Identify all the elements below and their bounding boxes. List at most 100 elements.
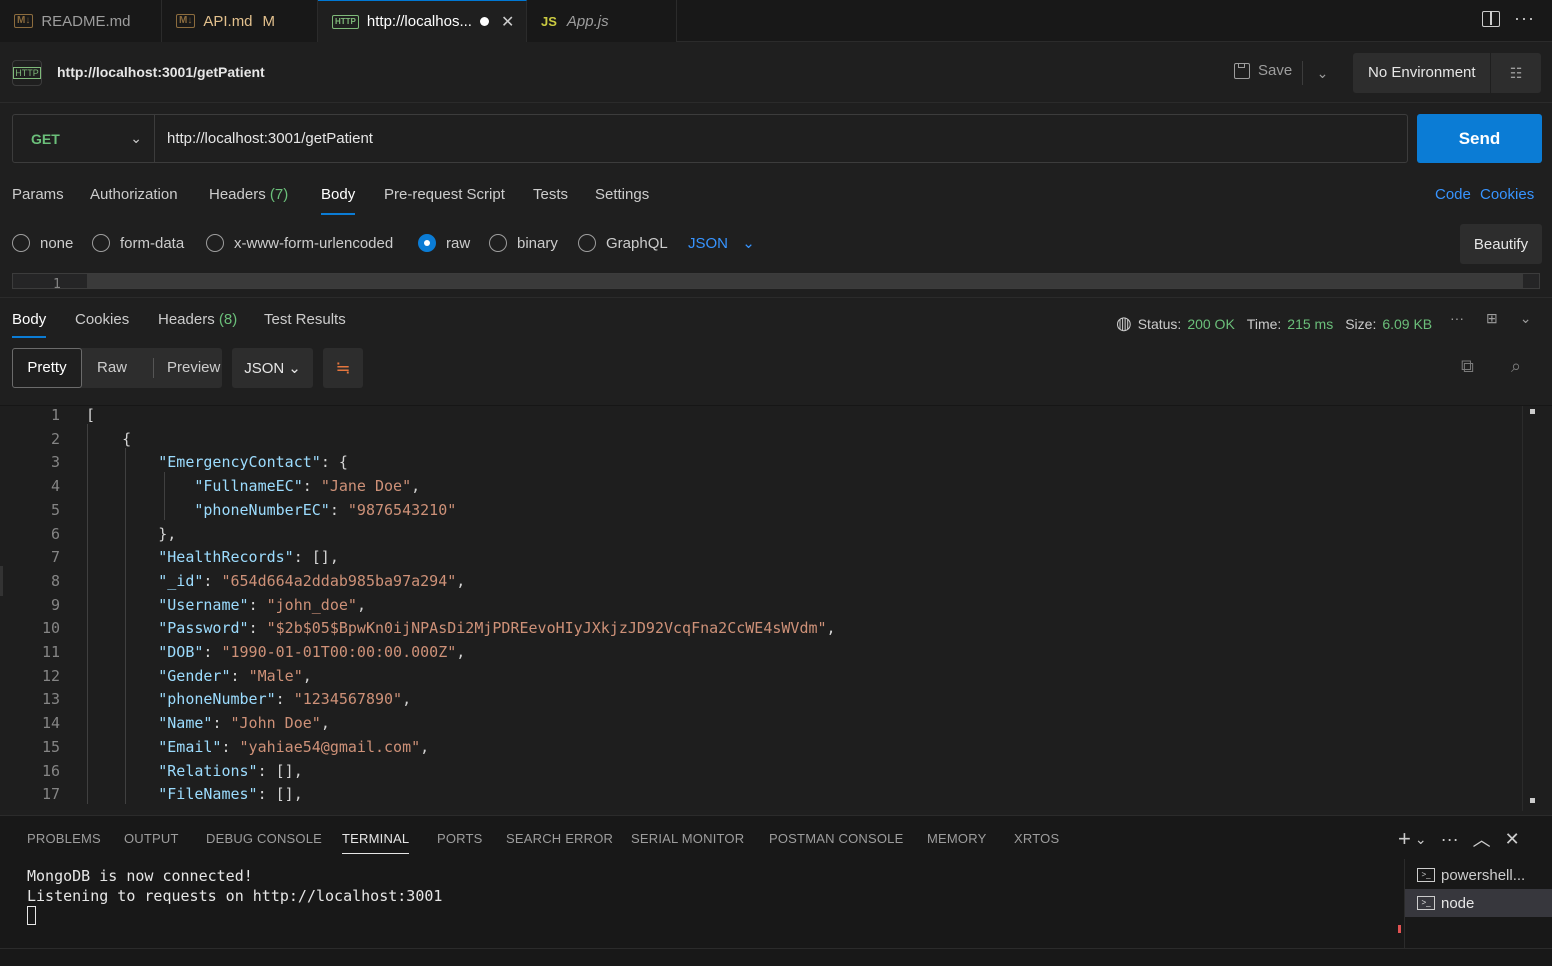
response-tab-body[interactable]: Body — [12, 311, 47, 338]
response-body-viewer[interactable]: 1[2 {3 "EmergencyContact": {4 "FullnameE… — [0, 403, 1552, 811]
request-body-editor[interactable]: 1 — [12, 273, 1540, 289]
tab-api[interactable]: M↓ API.md M — [162, 0, 318, 42]
radio-icon — [206, 234, 224, 252]
line-number: 6 — [50, 524, 60, 543]
url-input[interactable]: http://localhost:3001/getPatient — [167, 115, 373, 162]
code-line: 2 { — [0, 427, 1520, 451]
new-terminal-icon[interactable]: + — [1398, 826, 1411, 852]
line-number: 7 — [50, 548, 60, 567]
line-number: 1 — [50, 406, 60, 424]
panel-tab-postman-console[interactable]: POSTMAN CONSOLE — [769, 831, 903, 846]
tab-app-js[interactable]: JS App.js — [527, 0, 677, 42]
code-link[interactable]: Code — [1435, 186, 1471, 203]
body-type-urlencoded[interactable]: x-www-form-urlencoded — [206, 234, 393, 252]
radio-icon — [489, 234, 507, 252]
globe-icon[interactable]: ◍ — [1116, 313, 1132, 334]
maximize-panel-icon[interactable]: ︿ — [1473, 826, 1491, 852]
method-select[interactable]: GET ⌄ — [13, 115, 155, 162]
body-type-none[interactable]: none — [12, 234, 73, 252]
code-line: 8 "_id": "654d664a2ddab985ba97a294", — [0, 569, 1520, 593]
panel-tab-memory[interactable]: MEMORY — [927, 831, 986, 846]
tab-http-request[interactable]: HTTP http://localhos... ✕ — [318, 0, 527, 42]
panel-tab-debug-console[interactable]: DEBUG CONSOLE — [206, 831, 322, 846]
radio-icon — [92, 234, 110, 252]
editor-tab-bar: M↓ README.md M↓ API.md M HTTP http://loc… — [0, 0, 1552, 42]
terminal-output[interactable]: MongoDB is now connected! Listening to r… — [27, 866, 442, 906]
body-type-form-data[interactable]: form-data — [92, 234, 184, 252]
close-icon[interactable]: ✕ — [501, 12, 514, 32]
panel-tab-terminal[interactable]: TERMINAL — [342, 831, 410, 854]
panel-tab-xrtos[interactable]: XRTOS — [1014, 831, 1059, 846]
response-format-select[interactable]: JSON ⌄ — [232, 348, 313, 388]
body-type-binary[interactable]: binary — [489, 234, 558, 252]
chevron-down-icon: ⌄ — [742, 235, 755, 252]
status-bar — [0, 948, 1552, 966]
code-text: "FileNames": [], — [158, 785, 303, 804]
tab-headers[interactable]: Headers (7) — [209, 186, 288, 203]
response-tab-headers[interactable]: Headers (8) — [158, 311, 237, 328]
word-wrap-icon[interactable]: ≒ — [323, 348, 363, 388]
request-title[interactable]: http://localhost:3001/getPatient — [57, 64, 265, 80]
http-icon: HTTP — [12, 60, 42, 86]
chevron-down-icon[interactable]: ⌄ — [1415, 831, 1427, 848]
line-number: 16 — [41, 761, 60, 780]
layout-icon[interactable]: ⊞ — [1486, 310, 1498, 327]
code-line: 4 "FullnameEC": "Jane Doe", — [0, 474, 1520, 498]
status-label: Status: — [1137, 315, 1182, 332]
code-text: "Relations": [], — [158, 761, 303, 780]
more-actions-icon[interactable]: ··· — [1441, 829, 1459, 850]
close-panel-icon[interactable]: ✕ — [1505, 829, 1520, 850]
body-type-graphql[interactable]: GraphQL — [578, 234, 668, 252]
code-line: 13 "phoneNumber": "1234567890", — [0, 687, 1520, 711]
editor-scrollbar[interactable] — [87, 274, 1523, 288]
environment-quick-look-icon[interactable]: ☷ — [1491, 65, 1541, 82]
tab-readme[interactable]: M↓ README.md — [0, 0, 162, 42]
more-actions-icon[interactable]: ··· — [1514, 8, 1535, 29]
view-raw-button[interactable]: Raw — [97, 348, 127, 388]
tab-label: README.md — [41, 12, 131, 30]
panel-tab-search-error[interactable]: SEARCH ERROR — [506, 831, 613, 846]
save-button[interactable]: Save — [1234, 62, 1292, 79]
send-button[interactable]: Send — [1417, 114, 1542, 163]
copy-icon[interactable]: ⧉ — [1461, 356, 1474, 377]
code-line: 12 "Gender": "Male", — [0, 664, 1520, 688]
response-tab-cookies[interactable]: Cookies — [75, 311, 129, 328]
search-icon[interactable]: ⌕ — [1511, 356, 1521, 377]
terminal-item-node[interactable]: >_ node — [1405, 889, 1552, 917]
view-preview-button[interactable]: Preview — [167, 348, 220, 388]
beautify-button[interactable]: Beautify — [1460, 224, 1542, 264]
code-line: 9 "Username": "john_doe", — [0, 593, 1520, 617]
line-number: 4 — [50, 477, 60, 496]
panel-tab-ports[interactable]: PORTS — [437, 831, 483, 846]
cookies-link[interactable]: Cookies — [1480, 186, 1534, 203]
code-line: 1[ — [0, 403, 1520, 427]
split-editor-icon[interactable] — [1482, 11, 1500, 27]
line-number: 8 — [50, 571, 60, 590]
terminal-item-powershell[interactable]: >_ powershell... — [1405, 861, 1552, 889]
chevron-down-icon[interactable]: ⌄ — [1520, 310, 1532, 327]
line-number: 14 — [41, 714, 60, 733]
panel-tab-serial-monitor[interactable]: SERIAL MONITOR — [631, 831, 744, 846]
radio-label: none — [40, 234, 74, 252]
panel-tab-output[interactable]: OUTPUT — [124, 831, 179, 846]
vertical-scrollbar[interactable] — [1522, 406, 1540, 811]
view-pretty-button[interactable]: Pretty — [12, 348, 82, 388]
code-text: [ — [86, 406, 96, 424]
response-tab-test-results[interactable]: Test Results — [264, 311, 346, 328]
request-header: HTTP http://localhost:3001/getPatient Sa… — [0, 43, 1552, 103]
tab-params[interactable]: Params — [12, 186, 64, 203]
tab-pre-request-script[interactable]: Pre-request Script — [384, 186, 505, 203]
save-options-chevron-icon[interactable]: ⌄ — [1302, 61, 1342, 85]
body-type-raw[interactable]: raw — [418, 234, 470, 252]
code-line: 17 "FileNames": [], — [0, 782, 1520, 806]
tab-settings[interactable]: Settings — [595, 186, 649, 203]
code-text: "Name": "John Doe", — [158, 714, 330, 733]
environment-selector[interactable]: No Environment ☷ — [1353, 53, 1541, 93]
tab-body[interactable]: Body — [321, 186, 356, 215]
more-options-icon[interactable]: ··· — [1450, 310, 1464, 327]
tab-authorization[interactable]: Authorization — [90, 186, 178, 203]
line-number: 2 — [50, 429, 60, 448]
panel-tab-problems[interactable]: PROBLEMS — [27, 831, 101, 846]
tab-tests[interactable]: Tests — [533, 186, 568, 203]
body-format-select[interactable]: JSON ⌄ — [688, 234, 755, 252]
